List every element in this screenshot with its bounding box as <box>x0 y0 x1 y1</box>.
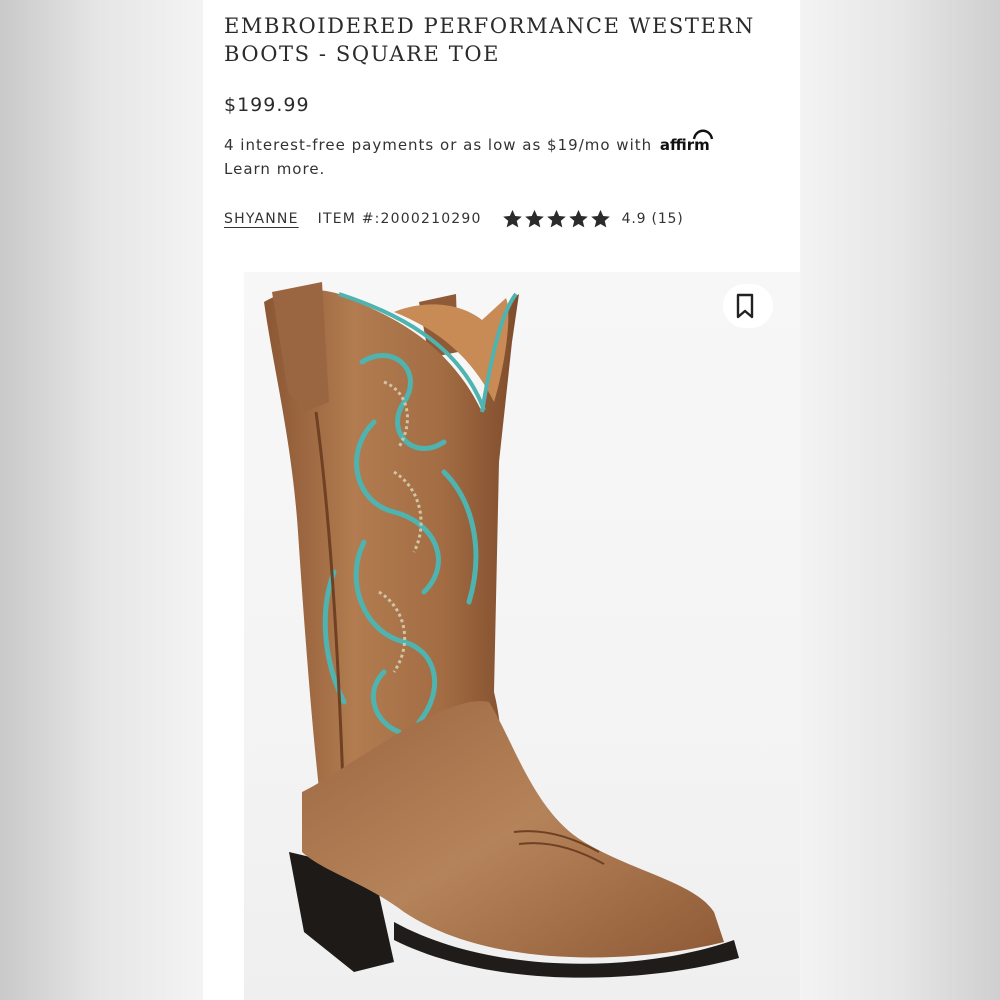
star-icon <box>546 209 566 228</box>
affirm-text: 4 interest-free payments or as low as $1… <box>224 136 653 154</box>
star-icon <box>590 209 610 228</box>
affirm-financing: 4 interest-free payments or as low as $1… <box>224 129 784 181</box>
learn-more-link[interactable]: Learn more. <box>224 160 325 178</box>
product-meta: SHYANNE ITEM #:2000210290 4.9 (15) <box>224 206 684 232</box>
western-boot-image <box>264 282 739 978</box>
bookmark-button[interactable] <box>723 284 773 328</box>
rating-count[interactable]: 4.9 (15) <box>622 211 684 227</box>
star-icon <box>524 209 544 228</box>
product-price: $199.99 <box>224 94 310 116</box>
rating-stars[interactable] <box>502 209 612 229</box>
item-number: ITEM #:2000210290 <box>317 211 482 227</box>
brand-link[interactable]: SHYANNE <box>224 211 299 227</box>
product-title: EMBROIDERED PERFORMANCE WESTERN BOOTS - … <box>224 14 755 66</box>
star-icon <box>568 209 588 228</box>
product-image[interactable] <box>244 272 800 1000</box>
bookmark-icon <box>736 293 754 319</box>
product-panel: EMBROIDERED PERFORMANCE WESTERN BOOTS - … <box>203 0 800 1000</box>
affirm-arc-icon <box>692 129 713 140</box>
affirm-logo: affirm <box>660 129 713 157</box>
star-icon <box>502 209 522 228</box>
